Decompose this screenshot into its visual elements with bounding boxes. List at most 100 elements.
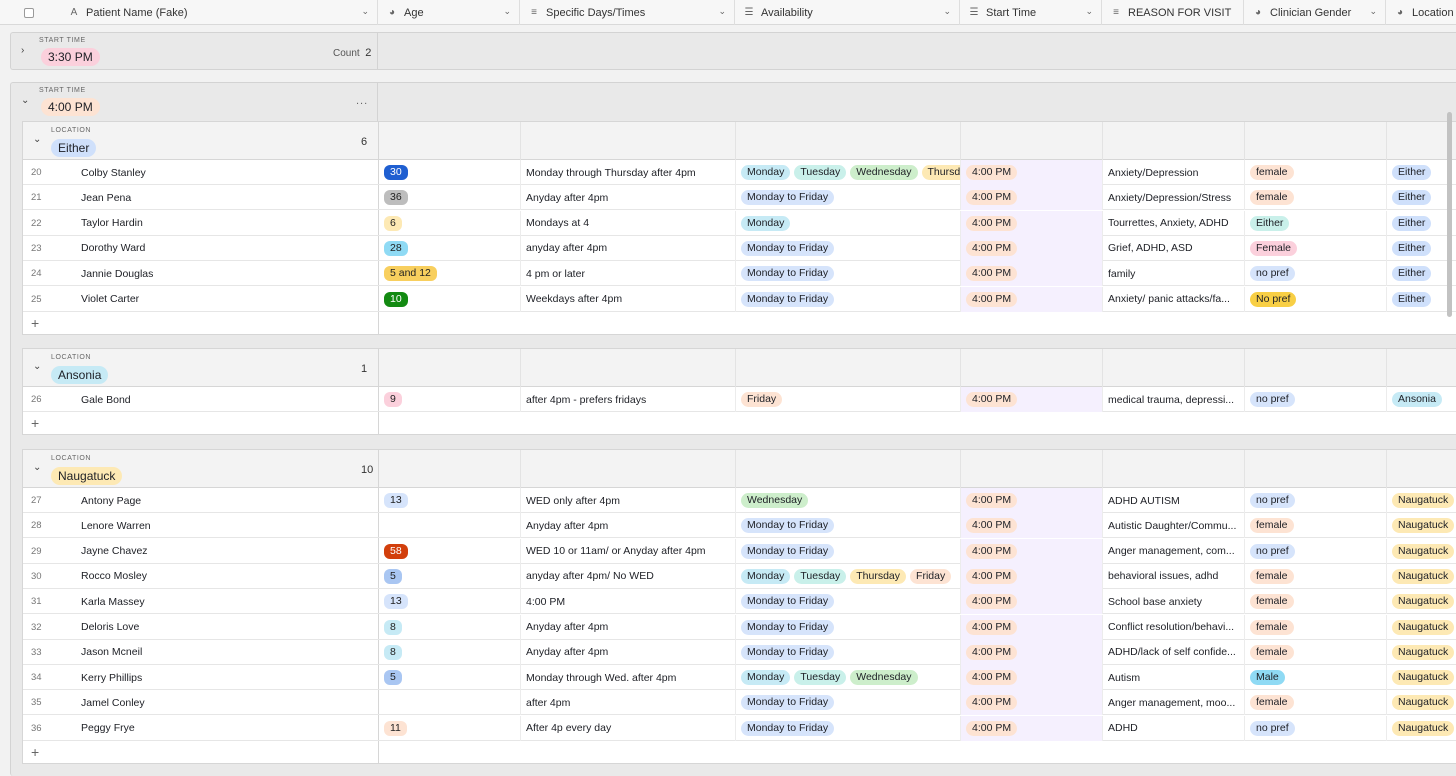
subgroup-header[interactable]: ⌄ LOCATION Ansonia 1 bbox=[23, 349, 1456, 387]
avail-cell[interactable]: Monday Tuesday Thursday Friday bbox=[736, 563, 961, 589]
age-cell[interactable]: 8 bbox=[379, 614, 521, 640]
loc-cell[interactable]: Either bbox=[1387, 261, 1456, 286]
patient-name-cell[interactable]: Colby Stanley bbox=[81, 160, 146, 185]
time-cell[interactable]: 4:00 PM bbox=[961, 286, 1103, 312]
gender-cell[interactable]: No pref bbox=[1245, 286, 1387, 312]
patient-name-cell[interactable]: Rocco Mosley bbox=[81, 564, 147, 589]
patient-name-cell[interactable]: Violet Carter bbox=[81, 287, 139, 312]
time-cell[interactable]: 4:00 PM bbox=[961, 235, 1103, 261]
gender-cell[interactable]: no pref bbox=[1245, 538, 1387, 564]
reason-cell[interactable]: Anger management, moo... bbox=[1103, 690, 1245, 716]
patient-name-cell[interactable]: Jason Mcneil bbox=[81, 640, 142, 665]
patient-name-cell[interactable]: Taylor Hardin bbox=[81, 211, 143, 236]
days-cell[interactable]: 4 pm or later bbox=[521, 261, 736, 287]
loc-cell[interactable]: Naugatuck bbox=[1387, 716, 1456, 741]
gender-cell[interactable]: Male bbox=[1245, 665, 1387, 691]
reason-cell[interactable]: Anger management, com... bbox=[1103, 538, 1245, 564]
time-cell[interactable]: 4:00 PM bbox=[961, 614, 1103, 640]
loc-cell[interactable]: Naugatuck bbox=[1387, 589, 1456, 614]
gender-cell[interactable]: no pref bbox=[1245, 261, 1387, 287]
table-row[interactable]: 21 Jean Pena 36 Anyday after 4pm Monday to F… bbox=[23, 185, 1456, 211]
chevron-down-icon[interactable]: ⌄ bbox=[21, 95, 29, 106]
avail-cell[interactable]: Monday to Friday bbox=[736, 513, 961, 539]
age-cell[interactable]: 9 bbox=[379, 387, 521, 412]
patient-name-cell[interactable]: Lenore Warren bbox=[81, 513, 151, 538]
table-row[interactable]: 35 Jamel Conley after 4pm Monday to Friday 4… bbox=[23, 690, 1456, 716]
gender-cell[interactable]: female bbox=[1245, 614, 1387, 640]
time-cell[interactable]: 4:00 PM bbox=[961, 589, 1103, 615]
table-row[interactable]: 20 Colby Stanley 30 Monday through Thursday… bbox=[23, 160, 1456, 185]
add-record-row[interactable]: + bbox=[23, 412, 1456, 436]
age-cell[interactable]: 30 bbox=[379, 160, 521, 185]
patient-name-cell[interactable]: Jamel Conley bbox=[81, 690, 145, 715]
days-cell[interactable]: Anyday after 4pm bbox=[521, 614, 736, 640]
loc-cell[interactable]: Either bbox=[1387, 287, 1456, 312]
gender-cell[interactable]: female bbox=[1245, 160, 1387, 185]
table-row[interactable]: 27 Antony Page 13 WED only after 4pm Wednesd… bbox=[23, 488, 1456, 513]
avail-cell[interactable]: Friday bbox=[736, 387, 961, 412]
reason-cell[interactable]: Anxiety/Depression/Stress bbox=[1103, 185, 1245, 211]
avail-cell[interactable]: Monday to Friday bbox=[736, 715, 961, 741]
avail-cell[interactable]: Wednesday bbox=[736, 488, 961, 513]
gender-cell[interactable]: female bbox=[1245, 589, 1387, 615]
reason-cell[interactable]: ADHD/lack of self confide... bbox=[1103, 639, 1245, 665]
chevron-down-icon[interactable]: ⌄ bbox=[718, 6, 726, 17]
age-cell[interactable]: 5 bbox=[379, 563, 521, 589]
time-cell[interactable]: 4:00 PM bbox=[961, 488, 1103, 513]
table-row[interactable]: 34 Kerry Phillips 5 Monday through Wed. aft… bbox=[23, 665, 1456, 691]
loc-cell[interactable]: Either bbox=[1387, 236, 1456, 261]
chevron-down-icon[interactable]: ⌄ bbox=[1369, 6, 1377, 17]
age-cell[interactable]: 10 bbox=[379, 286, 521, 312]
column-header-availability[interactable]: ☰ Availability ⌄ bbox=[735, 0, 960, 25]
avail-cell[interactable]: Monday to Friday bbox=[736, 690, 961, 716]
loc-cell[interactable]: Naugatuck bbox=[1387, 665, 1456, 690]
chevron-down-icon[interactable]: ⌄ bbox=[943, 6, 951, 17]
reason-cell[interactable]: family bbox=[1103, 261, 1245, 287]
column-header-age[interactable]: ◕ Age ⌄ bbox=[378, 0, 520, 25]
time-cell[interactable]: 4:00 PM bbox=[961, 538, 1103, 564]
days-cell[interactable]: Monday through Thursday after 4pm bbox=[521, 160, 736, 185]
days-cell[interactable]: After 4p every day bbox=[521, 715, 736, 741]
patient-name-cell[interactable]: Dorothy Ward bbox=[81, 236, 145, 261]
days-cell[interactable]: WED 10 or 11am/ or Anyday after 4pm bbox=[521, 538, 736, 564]
gender-cell[interactable]: no pref bbox=[1245, 715, 1387, 741]
time-cell[interactable]: 4:00 PM bbox=[961, 387, 1103, 412]
gender-cell[interactable]: female bbox=[1245, 690, 1387, 716]
table-row[interactable]: 26 Gale Bond 9 after 4pm - prefers fridays F… bbox=[23, 387, 1456, 412]
loc-cell[interactable]: Ansonia bbox=[1387, 387, 1456, 412]
table-row[interactable]: 28 Lenore Warren Anyday after 4pm Monday to… bbox=[23, 513, 1456, 539]
loc-cell[interactable]: Either bbox=[1387, 185, 1456, 210]
patient-name-cell[interactable]: Antony Page bbox=[81, 488, 141, 513]
time-cell[interactable]: 4:00 PM bbox=[961, 690, 1103, 716]
loc-cell[interactable]: Naugatuck bbox=[1387, 513, 1456, 538]
more-options-icon[interactable]: ... bbox=[356, 95, 368, 107]
avail-cell[interactable]: Monday to Friday bbox=[736, 286, 961, 312]
age-cell[interactable]: 28 bbox=[379, 235, 521, 261]
avail-cell[interactable]: Monday to Friday bbox=[736, 261, 961, 287]
days-cell[interactable]: 4:00 PM bbox=[521, 589, 736, 615]
patient-name-cell[interactable]: Jean Pena bbox=[81, 185, 131, 210]
patient-name-cell[interactable]: Deloris Love bbox=[81, 615, 139, 640]
reason-cell[interactable]: Tourrettes, Anxiety, ADHD bbox=[1103, 210, 1245, 236]
patient-name-cell[interactable]: Gale Bond bbox=[81, 387, 131, 412]
days-cell[interactable]: Monday through Wed. after 4pm bbox=[521, 665, 736, 691]
reason-cell[interactable]: Anxiety/ panic attacks/fa... bbox=[1103, 286, 1245, 312]
plus-icon[interactable]: + bbox=[31, 744, 39, 760]
patient-name-cell[interactable]: Jayne Chavez bbox=[81, 539, 148, 564]
reason-cell[interactable]: ADHD bbox=[1103, 715, 1245, 741]
avail-cell[interactable]: Monday to Friday bbox=[736, 639, 961, 665]
add-record-row[interactable]: + bbox=[23, 741, 1456, 765]
table-row[interactable]: 24 Jannie Douglas 5 and 12 4 pm or later Mon… bbox=[23, 261, 1456, 287]
avail-cell[interactable]: Monday to Friday bbox=[736, 185, 961, 211]
gender-cell[interactable]: no pref bbox=[1245, 387, 1387, 412]
table-row[interactable]: 31 Karla Massey 13 4:00 PM Monday to Friday 4… bbox=[23, 589, 1456, 615]
patient-name-cell[interactable]: Jannie Douglas bbox=[81, 261, 153, 286]
column-header-start-time[interactable]: ☰ Start Time ⌄ bbox=[960, 0, 1102, 25]
plus-icon[interactable]: + bbox=[31, 315, 39, 331]
chevron-down-icon[interactable]: ⌄ bbox=[361, 6, 369, 17]
age-cell[interactable] bbox=[379, 690, 521, 716]
avail-cell[interactable]: Monday to Friday bbox=[736, 235, 961, 261]
gender-cell[interactable]: no pref bbox=[1245, 488, 1387, 513]
gender-cell[interactable]: female bbox=[1245, 185, 1387, 211]
subgroup-header[interactable]: ⌄ LOCATION Naugatuck 10 bbox=[23, 450, 1456, 488]
